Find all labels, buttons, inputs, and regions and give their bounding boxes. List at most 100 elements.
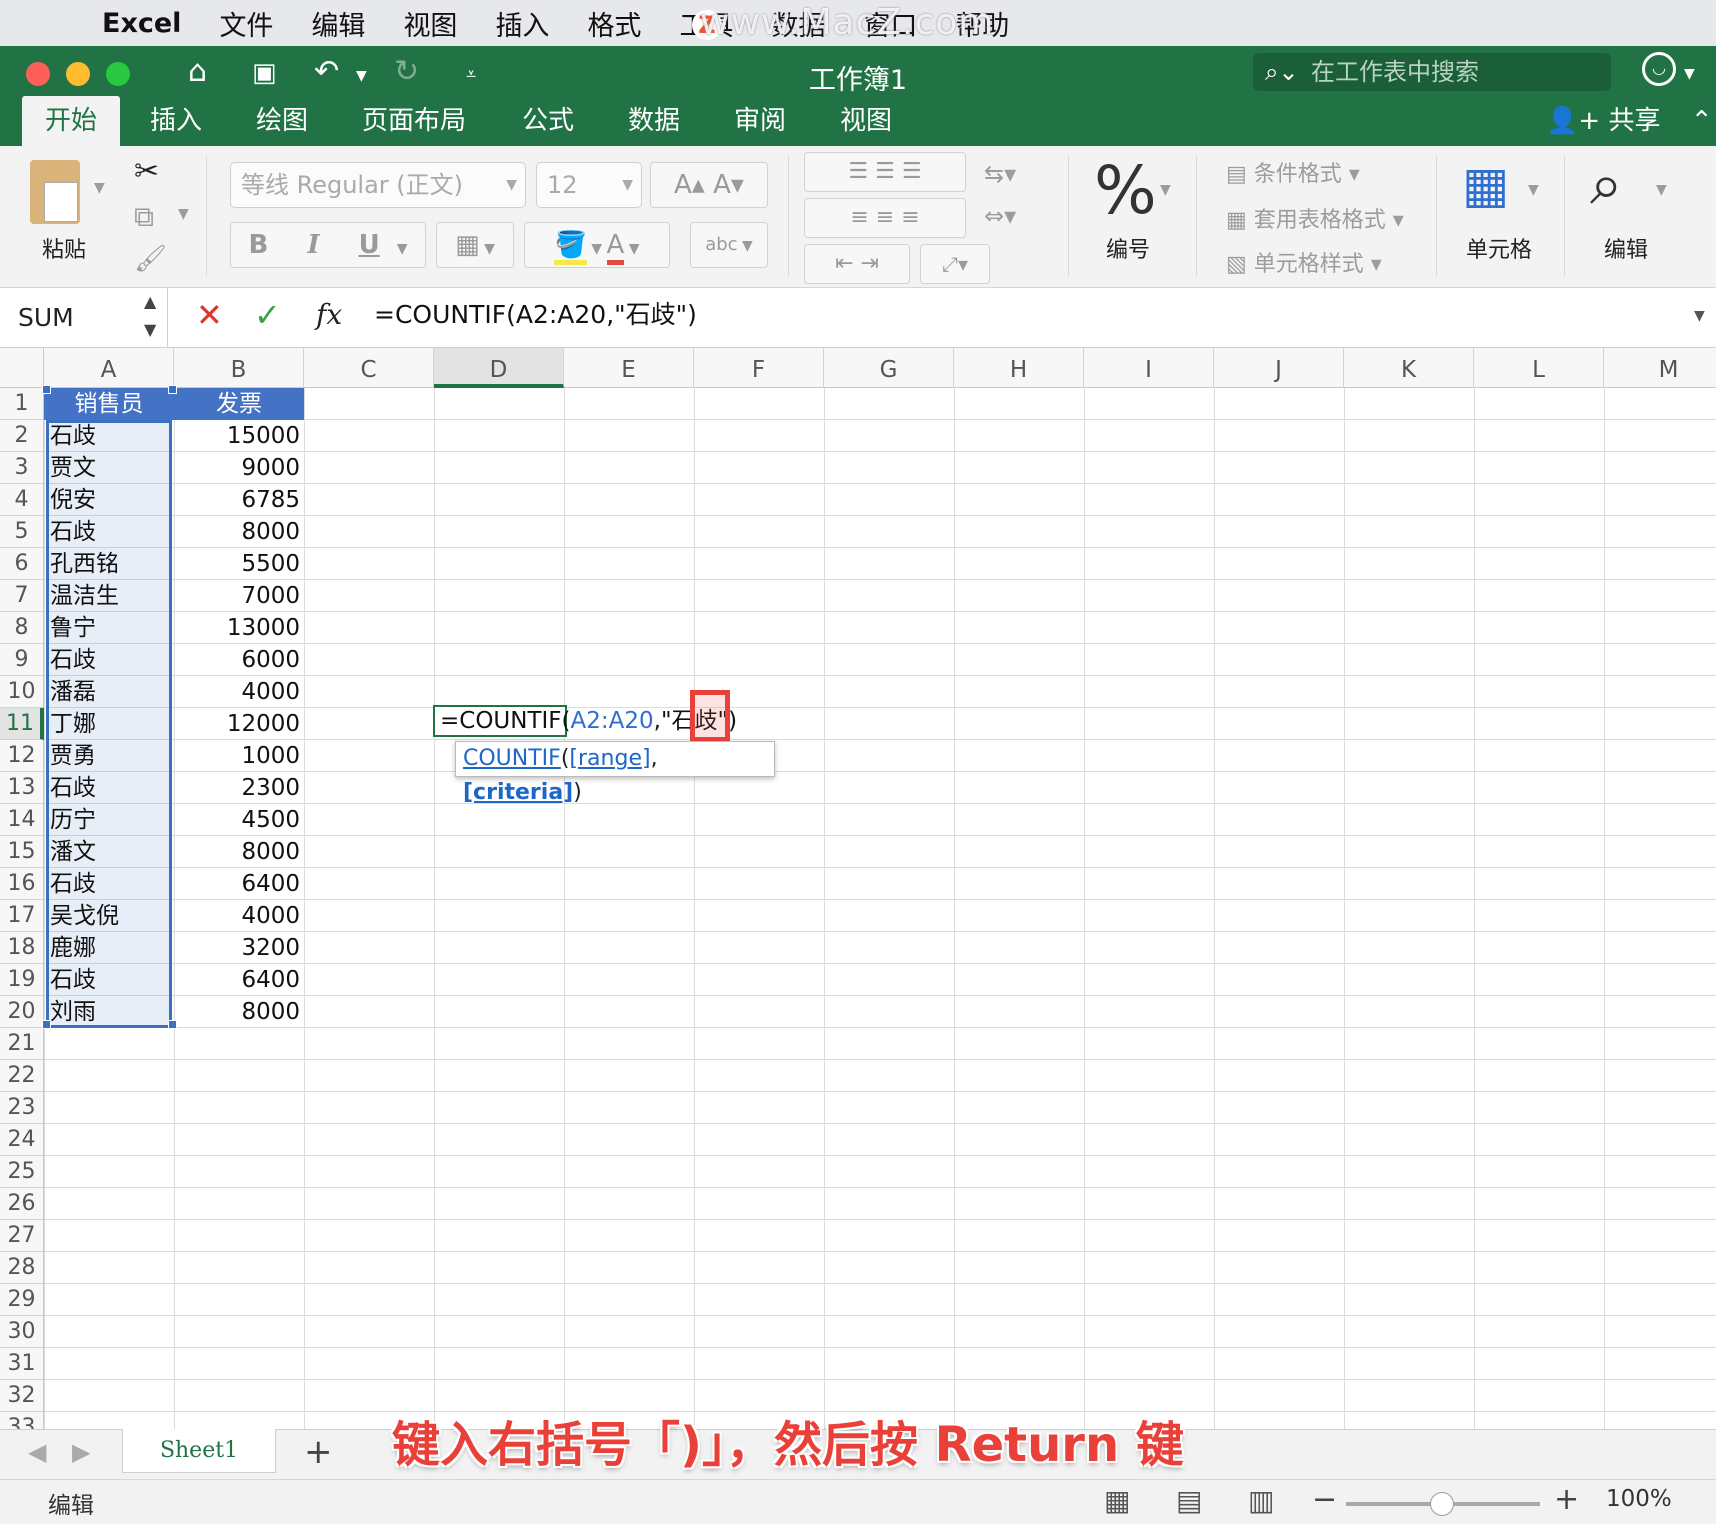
zoom-in-icon[interactable]: + (1554, 1482, 1579, 1517)
zoom-out-icon[interactable]: − (1312, 1482, 1337, 1517)
search-input[interactable]: ⌕⌄ 在工作表中搜索 (1253, 53, 1611, 91)
row-header-30[interactable]: 30 (0, 1316, 44, 1348)
underline-dropdown-icon[interactable]: ▼ (397, 241, 408, 257)
row-header-19[interactable]: 19 (0, 964, 44, 996)
column-header-b[interactable]: B (174, 348, 304, 388)
table-header-cell[interactable]: 发票 (174, 388, 304, 420)
cell-invoice[interactable]: 8000 (176, 516, 300, 548)
apple-icon[interactable] (42, 7, 72, 39)
fill-color-icon[interactable]: 🪣 (554, 230, 587, 265)
cell-invoice[interactable]: 6000 (176, 644, 300, 676)
merge-center-icon[interactable]: ⇔▾ (984, 202, 1016, 230)
add-sheet-icon[interactable]: + (304, 1432, 333, 1472)
increase-font-size-icon[interactable]: A▴ (674, 170, 705, 200)
cell-invoice[interactable]: 6785 (176, 484, 300, 516)
percent-icon[interactable]: % (1094, 152, 1157, 229)
row-header-17[interactable]: 17 (0, 900, 44, 932)
tab-formulas[interactable]: 公式 (522, 96, 574, 146)
enter-check-icon[interactable]: ✓ (254, 296, 281, 334)
cut-icon[interactable]: ✂ (134, 154, 159, 189)
cell-invoice[interactable]: 15000 (176, 420, 300, 452)
format-as-table-button[interactable]: ▦ 套用表格格式 ▾ (1226, 202, 1404, 234)
cell-salesperson[interactable]: 孔西铭 (50, 548, 119, 580)
cell-invoice[interactable]: 5500 (176, 548, 300, 580)
row-header-15[interactable]: 15 (0, 836, 44, 868)
sheet-tab-sheet1[interactable]: Sheet1 (122, 1429, 276, 1473)
insert-function-icon[interactable]: fx (316, 298, 342, 331)
cell-salesperson[interactable]: 贾勇 (50, 740, 96, 772)
row-header-14[interactable]: 14 (0, 804, 44, 836)
cell-invoice[interactable]: 3200 (176, 932, 300, 964)
page-layout-view-icon[interactable]: ▤ (1176, 1484, 1202, 1517)
row-header-18[interactable]: 18 (0, 932, 44, 964)
underline-button[interactable]: U (359, 230, 380, 260)
tab-review[interactable]: 审阅 (734, 96, 786, 146)
table-header-cell[interactable]: 销售员 (44, 388, 174, 420)
editing-dropdown-icon[interactable]: ▼ (1656, 182, 1667, 198)
font-name-select[interactable]: 等线 Regular (正文) ▼ (230, 162, 526, 208)
row-header-23[interactable]: 23 (0, 1092, 44, 1124)
cell-salesperson[interactable]: 石歧 (50, 644, 96, 676)
cell-salesperson[interactable]: 温洁生 (50, 580, 119, 612)
row-header-28[interactable]: 28 (0, 1252, 44, 1284)
row-header-25[interactable]: 25 (0, 1156, 44, 1188)
row-header-7[interactable]: 7 (0, 580, 44, 612)
column-header-k[interactable]: K (1344, 348, 1474, 388)
row-header-21[interactable]: 21 (0, 1028, 44, 1060)
column-header-f[interactable]: F (694, 348, 824, 388)
tooltip-range-arg[interactable]: [range] (569, 746, 650, 771)
cells-dropdown-icon[interactable]: ▼ (1528, 182, 1539, 198)
column-header-m[interactable]: M (1604, 348, 1716, 388)
cell-salesperson[interactable]: 鲁宁 (50, 612, 96, 644)
copy-icon[interactable]: ⧉ (134, 200, 154, 234)
row-header-1[interactable]: 1 (0, 388, 44, 420)
row-header-9[interactable]: 9 (0, 644, 44, 676)
column-header-g[interactable]: G (824, 348, 954, 388)
row-header-12[interactable]: 12 (0, 740, 44, 772)
column-header-d[interactable]: D (434, 348, 564, 388)
row-header-20[interactable]: 20 (0, 996, 44, 1028)
tab-insert[interactable]: 插入 (150, 96, 202, 146)
menu-format[interactable]: 格式 (587, 4, 641, 43)
cell-invoice[interactable]: 6400 (176, 964, 300, 996)
column-header-l[interactable]: L (1474, 348, 1604, 388)
vertical-align-group[interactable]: ☰ ☰ ☰ (804, 152, 966, 192)
cell-invoice[interactable]: 6400 (176, 868, 300, 900)
font-size-select[interactable]: 12 ▼ (536, 162, 642, 208)
row-header-26[interactable]: 26 (0, 1188, 44, 1220)
feedback-smiley-icon[interactable]: ◡ (1642, 52, 1676, 86)
column-header-c[interactable]: C (304, 348, 434, 388)
column-header-j[interactable]: J (1214, 348, 1344, 388)
format-painter-icon[interactable]: 🖌 (134, 244, 167, 274)
font-size-grow-shrink[interactable]: A▴ A▾ (650, 162, 768, 208)
number-dropdown-icon[interactable]: ▼ (1160, 182, 1171, 198)
cell-invoice[interactable]: 4000 (176, 676, 300, 708)
cell-invoice[interactable]: 9000 (176, 452, 300, 484)
borders-button[interactable]: ▦ ▼ (436, 222, 514, 268)
row-header-27[interactable]: 27 (0, 1220, 44, 1252)
cell-salesperson[interactable]: 石歧 (50, 964, 96, 996)
bold-button[interactable]: B (248, 230, 268, 260)
feedback-dropdown-icon[interactable]: ▼ (1684, 66, 1695, 82)
row-header-22[interactable]: 22 (0, 1060, 44, 1092)
cell-salesperson[interactable]: 鹿娜 (50, 932, 96, 964)
name-box-stepper-icon[interactable]: ▲ ▼ (144, 288, 156, 344)
cell-invoice[interactable]: 8000 (176, 996, 300, 1028)
menu-file[interactable]: 文件 (219, 4, 273, 43)
cancel-icon[interactable]: ✕ (196, 296, 223, 334)
horizontal-align-group[interactable]: ≡ ≡ ≡ (804, 198, 966, 238)
cell-styles-button[interactable]: ▧ 单元格样式 ▾ (1226, 246, 1382, 278)
cell-invoice[interactable]: 13000 (176, 612, 300, 644)
prev-sheet-icon[interactable]: ◀ (28, 1438, 46, 1466)
column-header-e[interactable]: E (564, 348, 694, 388)
row-header-3[interactable]: 3 (0, 452, 44, 484)
column-header-a[interactable]: A (44, 348, 174, 388)
orientation-button[interactable]: ⤢▾ (920, 244, 990, 284)
cell-salesperson[interactable]: 刘雨 (50, 996, 96, 1028)
share-button[interactable]: 👤+ 共享 ⌃ (1546, 96, 1713, 146)
tab-data[interactable]: 数据 (628, 96, 680, 146)
zoom-slider-thumb[interactable] (1430, 1492, 1454, 1516)
row-header-8[interactable]: 8 (0, 612, 44, 644)
menu-app-name[interactable]: Excel (102, 8, 181, 39)
row-header-32[interactable]: 32 (0, 1380, 44, 1412)
